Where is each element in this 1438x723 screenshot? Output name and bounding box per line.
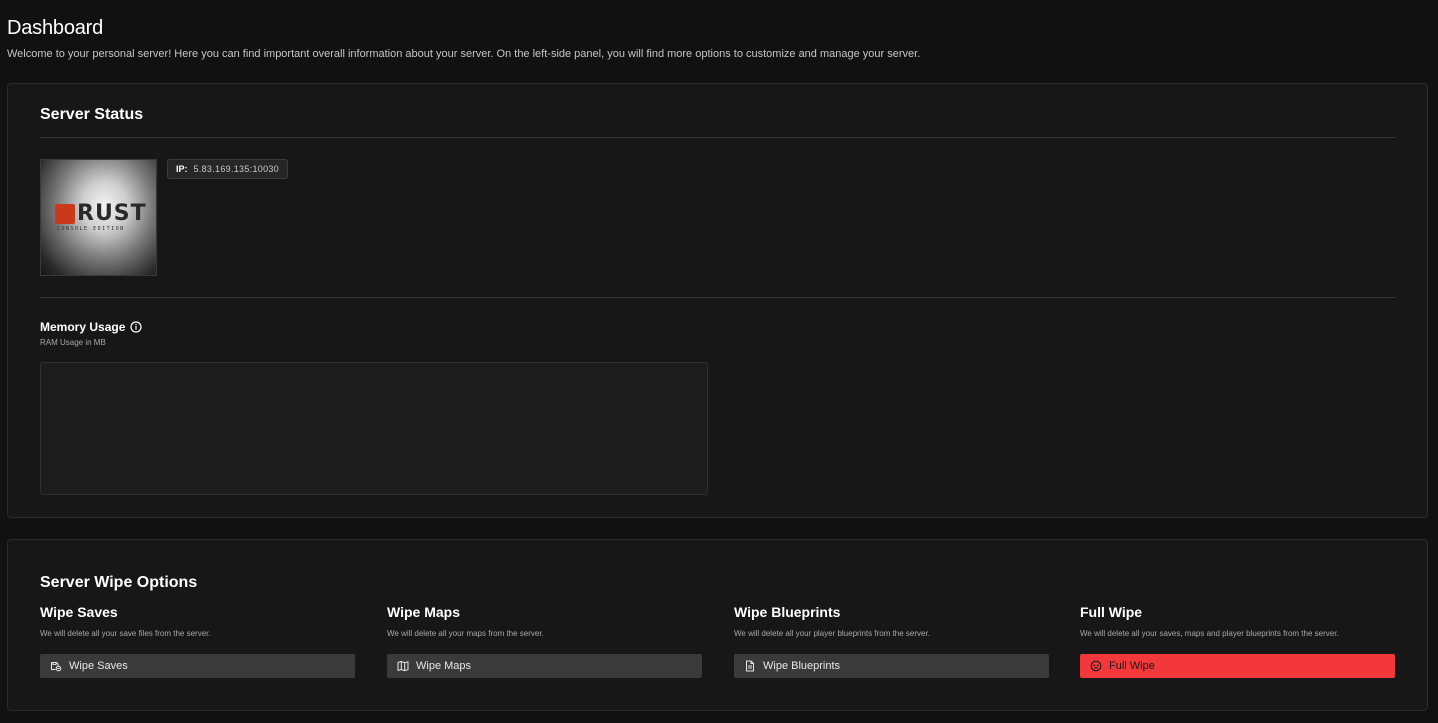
wipe-maps-heading: Wipe Maps: [387, 604, 460, 620]
divider: [40, 297, 1396, 298]
wipe-blueprints-heading: Wipe Blueprints: [734, 604, 841, 620]
wipe-saves-button[interactable]: Wipe Saves: [40, 654, 355, 678]
full-wipe-description: We will delete all your saves, maps and …: [1080, 629, 1339, 638]
wipe-saves-heading: Wipe Saves: [40, 604, 118, 620]
page-title: Dashboard: [7, 17, 104, 39]
rust-logo: RUST: [55, 201, 147, 226]
dashboard-page: Dashboard Welcome to your personal serve…: [0, 0, 1438, 723]
wipe-saves-button-label: Wipe Saves: [69, 660, 128, 672]
ip-badge[interactable]: IP: 5.83.169.135:10030: [167, 159, 288, 179]
wipe-saves-option: Wipe Saves We will delete all your save …: [40, 604, 355, 678]
rust-logo-mark: [55, 204, 75, 224]
full-wipe-heading: Full Wipe: [1080, 604, 1143, 620]
wipe-maps-button[interactable]: Wipe Maps: [387, 654, 702, 678]
full-wipe-option: Full Wipe We will delete all your saves,…: [1080, 604, 1395, 678]
memory-usage-title: Memory Usage: [40, 320, 126, 334]
wipe-blueprints-button[interactable]: Wipe Blueprints: [734, 654, 1049, 678]
memory-usage-chart: [40, 362, 708, 495]
wipe-blueprints-description: We will delete all your player blueprint…: [734, 629, 930, 638]
memory-usage-header: Memory Usage: [40, 320, 142, 334]
rust-logo-text: RUST: [77, 201, 147, 226]
ip-label: IP:: [176, 164, 188, 174]
page-subtitle: Welcome to your personal server! Here yo…: [7, 48, 921, 60]
server-status-card: Server Status RUST CONSOLE EDITION IP: 5…: [7, 83, 1428, 518]
wipe-blueprints-button-label: Wipe Blueprints: [763, 660, 841, 672]
wipe-saves-description: We will delete all your save files from …: [40, 629, 211, 638]
ip-value: 5.83.169.135:10030: [193, 164, 279, 174]
map-icon: [397, 661, 409, 672]
wipe-maps-description: We will delete all your maps from the se…: [387, 629, 544, 638]
info-icon[interactable]: [130, 321, 142, 333]
rust-logo-subtitle: CONSOLE EDITION: [57, 226, 125, 232]
server-wipe-title: Server Wipe Options: [40, 574, 198, 591]
full-wipe-button[interactable]: Full Wipe: [1080, 654, 1395, 678]
divider: [40, 137, 1396, 138]
server-status-title: Server Status: [40, 106, 144, 123]
wipe-blueprints-option: Wipe Blueprints We will delete all your …: [734, 604, 1049, 678]
server-wipe-card: Server Wipe Options Wipe Saves We will d…: [7, 539, 1428, 711]
wipe-maps-button-label: Wipe Maps: [416, 660, 472, 672]
full-wipe-button-label: Full Wipe: [1109, 660, 1155, 672]
document-icon: [746, 660, 754, 672]
memory-usage-subtitle: RAM Usage in MB: [40, 338, 106, 347]
skull-icon: [1090, 660, 1102, 672]
save-icon: [51, 662, 62, 672]
server-game-image: RUST CONSOLE EDITION: [40, 159, 157, 276]
wipe-maps-option: Wipe Maps We will delete all your maps f…: [387, 604, 702, 678]
